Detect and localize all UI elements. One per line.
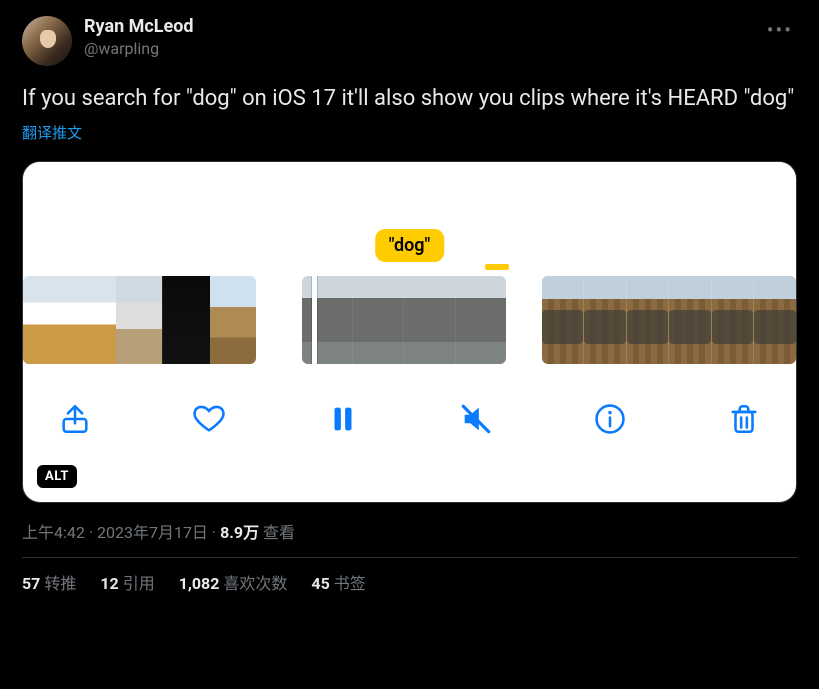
tweet-meta[interactable]: 上午4:42 · 2023年7月17日 · 8.9万 查看 xyxy=(22,519,797,543)
clip-frame xyxy=(23,276,69,364)
tweet-stats: 57转推 12引用 1,082喜欢次数 45书签 xyxy=(22,570,797,594)
translate-link[interactable]: 翻译推文 xyxy=(22,122,797,143)
info-icon xyxy=(593,402,627,436)
clip-group-2[interactable] xyxy=(302,276,506,364)
clip-frame xyxy=(69,276,115,364)
media-card[interactable]: "dog" xyxy=(22,161,797,503)
clip-group-3[interactable] xyxy=(542,276,796,364)
likes-stat[interactable]: 1,082喜欢次数 xyxy=(179,570,288,594)
tweet-text: If you search for "dog" on iOS 17 it'll … xyxy=(22,84,797,114)
clip-group-1[interactable] xyxy=(23,276,256,364)
video-timeline[interactable] xyxy=(23,270,796,370)
alt-badge[interactable]: ALT xyxy=(37,465,77,488)
pause-button[interactable] xyxy=(319,395,367,443)
more-button[interactable]: ••• xyxy=(763,16,797,44)
bookmarks-stat[interactable]: 45书签 xyxy=(311,570,365,594)
pause-icon xyxy=(326,402,360,436)
tweet-time: 上午4:42 xyxy=(22,523,85,542)
tweet-container: Ryan McLeod @warpling ••• If you search … xyxy=(0,0,819,604)
divider xyxy=(22,557,797,558)
heart-icon xyxy=(192,402,226,436)
tweet-header: Ryan McLeod @warpling ••• xyxy=(22,16,797,66)
username: @warpling xyxy=(84,39,763,59)
speaker-slash-icon xyxy=(459,402,493,436)
clip-frame xyxy=(753,276,796,364)
media-toolbar xyxy=(23,370,796,468)
trash-icon xyxy=(727,402,761,436)
clip-frame xyxy=(352,276,403,364)
clip-frame xyxy=(626,276,669,364)
clip-frame xyxy=(403,276,454,364)
tweet-date: 2023年7月17日 xyxy=(97,523,208,542)
share-button[interactable] xyxy=(51,395,99,443)
match-marker xyxy=(485,264,509,270)
media-header-area: "dog" xyxy=(23,162,796,270)
quotes-stat[interactable]: 12引用 xyxy=(100,570,154,594)
clip-frame xyxy=(583,276,626,364)
clip-frame xyxy=(162,276,209,364)
delete-button[interactable] xyxy=(720,395,768,443)
playhead[interactable] xyxy=(312,276,317,364)
clip-frame xyxy=(542,276,584,364)
clip-frame xyxy=(455,276,506,364)
mute-button[interactable] xyxy=(452,395,500,443)
clip-frame xyxy=(302,276,352,364)
retweets-stat[interactable]: 57转推 xyxy=(22,570,76,594)
info-button[interactable] xyxy=(586,395,634,443)
display-name: Ryan McLeod xyxy=(84,16,763,39)
clip-frame xyxy=(210,276,256,364)
views-count: 8.9万 xyxy=(220,523,259,542)
avatar[interactable] xyxy=(22,16,72,66)
share-icon xyxy=(58,402,92,436)
clip-frame xyxy=(668,276,711,364)
views-label: 查看 xyxy=(259,523,295,542)
search-term-pill: "dog" xyxy=(375,229,445,262)
like-button[interactable] xyxy=(185,395,233,443)
clip-frame xyxy=(711,276,754,364)
name-block[interactable]: Ryan McLeod @warpling xyxy=(84,16,763,59)
clip-frame xyxy=(116,276,162,364)
